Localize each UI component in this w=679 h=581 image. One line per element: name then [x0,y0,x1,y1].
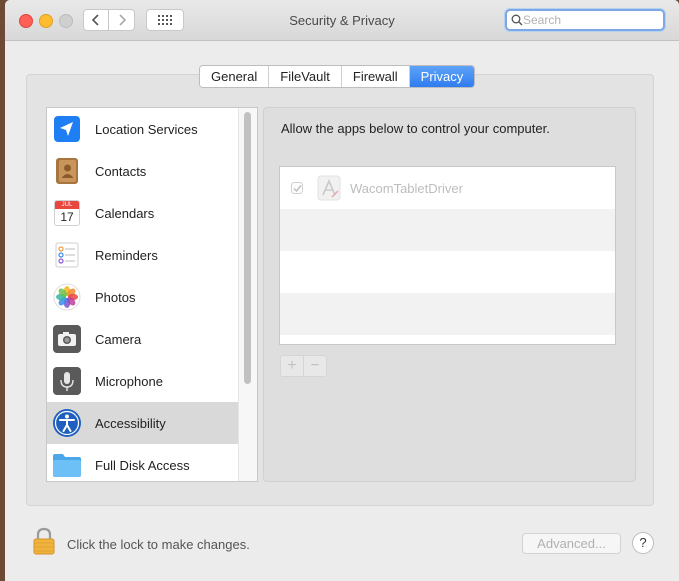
forward-button[interactable] [109,9,135,31]
sidebar-item-contacts[interactable]: Contacts [47,150,238,192]
sidebar-item-label: Contacts [95,163,147,179]
photos-flower-icon [52,282,82,312]
lock-icon[interactable] [32,527,56,555]
app-checkbox[interactable] [291,182,303,194]
list-row-empty [280,251,615,293]
folder-icon [52,450,82,480]
add-remove-control: + − [280,355,327,377]
chevron-left-icon [91,14,99,26]
sidebar-item-label: Full Disk Access [95,457,190,473]
advanced-button[interactable]: Advanced... [522,533,621,554]
tab-filevault[interactable]: FileVault [269,66,342,87]
sidebar-item-camera[interactable]: Camera [47,318,238,360]
location-arrow-icon [52,114,82,144]
title-bar: Security & Privacy [5,0,679,41]
contacts-book-icon [52,156,82,186]
close-window-button[interactable] [19,14,33,28]
show-all-button[interactable] [146,9,184,31]
allowed-apps-list: WacomTabletDriver [279,166,616,345]
sidebar-item-label: Camera [95,331,142,347]
reminders-icon [52,240,82,270]
grid-icon [158,15,172,25]
chevron-right-icon [118,14,126,26]
remove-app-button[interactable]: − [304,356,326,376]
sidebar-item-location-services[interactable]: Location Services [47,108,238,150]
list-row-empty [280,209,615,251]
calendar-month-text: JUL [55,201,79,209]
add-app-button[interactable]: + [281,356,304,376]
security-privacy-window: Security & Privacy General FileVault Fir… [5,0,679,581]
accessibility-detail-pane: Allow the apps below to control your com… [263,107,636,482]
tab-bar: General FileVault Firewall Privacy [199,65,476,88]
sidebar-item-photos[interactable]: Photos [47,276,238,318]
checkmark-icon [293,184,302,192]
app-name: WacomTabletDriver [350,180,463,196]
scrollbar-thumb[interactable] [244,112,251,384]
sidebar-item-calendars[interactable]: JUL 17 Calendars [47,192,238,234]
lock-instruction-text: Click the lock to make changes. [67,537,250,552]
accessibility-icon [52,408,82,438]
wacom-app-icon [317,175,341,201]
sidebar-item-full-disk-access[interactable]: Full Disk Access [47,444,238,481]
help-button[interactable]: ? [632,532,654,554]
list-item[interactable]: WacomTabletDriver [280,167,615,209]
search-icon [511,14,523,26]
sidebar-scrollbar[interactable] [238,108,257,481]
sidebar-item-label: Microphone [95,373,163,389]
sidebar-item-label: Calendars [95,205,155,221]
privacy-category-list: Location Services Contacts JUL 17 Calend [46,107,258,482]
zoom-window-button[interactable] [59,14,73,28]
sidebar-item-label: Reminders [95,247,158,263]
tab-privacy[interactable]: Privacy [409,66,475,87]
search-input[interactable] [523,12,653,28]
microphone-icon [52,366,82,396]
pane-description: Allow the apps below to control your com… [281,121,550,136]
tab-firewall[interactable]: Firewall [341,66,410,87]
sidebar-item-microphone[interactable]: Microphone [47,360,238,402]
sidebar-item-label: Photos [95,289,136,305]
sidebar-item-reminders[interactable]: Reminders [47,234,238,276]
calendar-day-text: 17 [60,210,74,224]
minimize-window-button[interactable] [39,14,53,28]
sidebar-item-label: Accessibility [95,415,166,431]
search-field[interactable] [505,9,665,31]
tab-general[interactable]: General [200,66,270,87]
list-row-empty [280,293,615,335]
back-button[interactable] [83,9,109,31]
calendar-icon: JUL 17 [52,198,82,228]
camera-icon [52,324,82,354]
sidebar-item-accessibility[interactable]: Accessibility [47,402,238,444]
sidebar-item-label: Location Services [95,121,198,137]
